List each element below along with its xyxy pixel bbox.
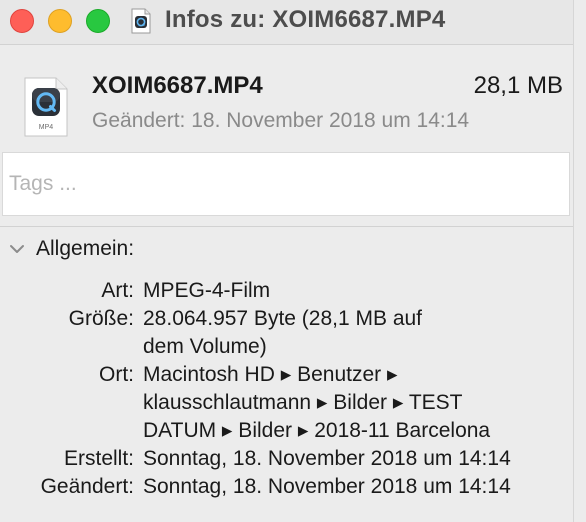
tags-input[interactable] [2, 152, 570, 216]
info-label: Geändert: [40, 475, 134, 498]
file-size: 28,1 MB [473, 72, 563, 99]
file-header: MP4 XOIM6687.MP4 28,1 MB Geändert: 18. N… [0, 45, 573, 143]
close-button[interactable] [10, 9, 34, 33]
zoom-button[interactable] [86, 9, 110, 33]
info-label: Ort: [99, 363, 134, 386]
window-title: Infos zu: XOIM6687.MP4 [165, 6, 446, 33]
title-bar[interactable]: Infos zu: XOIM6687.MP4 [0, 0, 573, 45]
info-value-line: Sonntag, 18. November 2018 um 14:14 [143, 447, 511, 470]
info-window: Infos zu: XOIM6687.MP4 MP4 XOIM6687.MP4 … [0, 0, 574, 522]
modified-date: Geändert: 18. November 2018 um 14:14 [92, 109, 470, 132]
info-value: Macintosh HD ▸ Benutzer ▸ klausschlautman… [143, 361, 543, 445]
info-value: Sonntag, 18. November 2018 um 14:14 [143, 445, 543, 473]
info-value-line: DATUM ▸ Bilder ▸ 2018-11 Barcelona [143, 419, 491, 442]
general-section-title: Allgemein: [36, 237, 135, 260]
info-value-line: dem Volume) [143, 335, 267, 358]
section-divider [0, 226, 573, 227]
quicktime-file-icon [131, 8, 151, 34]
info-value-line: MPEG-4-Film [143, 279, 271, 302]
info-value: Sonntag, 18. November 2018 um 14:14 [143, 473, 543, 501]
info-label: Erstellt: [63, 447, 134, 470]
general-section-toggle[interactable]: Allgemein: [8, 235, 134, 263]
file-icon-caption: MP4 [39, 124, 54, 131]
info-row: Art: MPEG-4-Film [0, 277, 573, 305]
info-value-line: Sonntag, 18. November 2018 um 14:14 [143, 475, 511, 498]
chevron-down-icon[interactable] [8, 240, 26, 258]
info-value: 28.064.957 Byte (28,1 MB auf dem Volume) [143, 305, 543, 361]
info-row: Geändert: Sonntag, 18. November 2018 um 1… [0, 473, 573, 501]
info-row: Größe: 28.064.957 Byte (28,1 MB auf dem Vo… [0, 305, 573, 361]
info-label: Art: [101, 279, 134, 302]
info-row: Erstellt: Sonntag, 18. November 2018 um 1… [0, 445, 573, 473]
info-value: MPEG-4-Film [143, 277, 543, 305]
minimize-button[interactable] [48, 9, 72, 33]
info-value-line: klausschlautmann ▸ Bilder ▸ TEST [143, 391, 463, 414]
quicktime-mp4-file-icon: MP4 [24, 77, 68, 137]
file-name: XOIM6687.MP4 [92, 72, 263, 99]
info-value-line: 28.064.957 Byte (28,1 MB auf [143, 307, 423, 330]
info-value-line: Macintosh HD ▸ Benutzer ▸ [143, 363, 398, 386]
info-label: Größe: [68, 307, 134, 330]
info-row: Ort: Macintosh HD ▸ Benutzer ▸ klausschlau… [0, 361, 573, 445]
